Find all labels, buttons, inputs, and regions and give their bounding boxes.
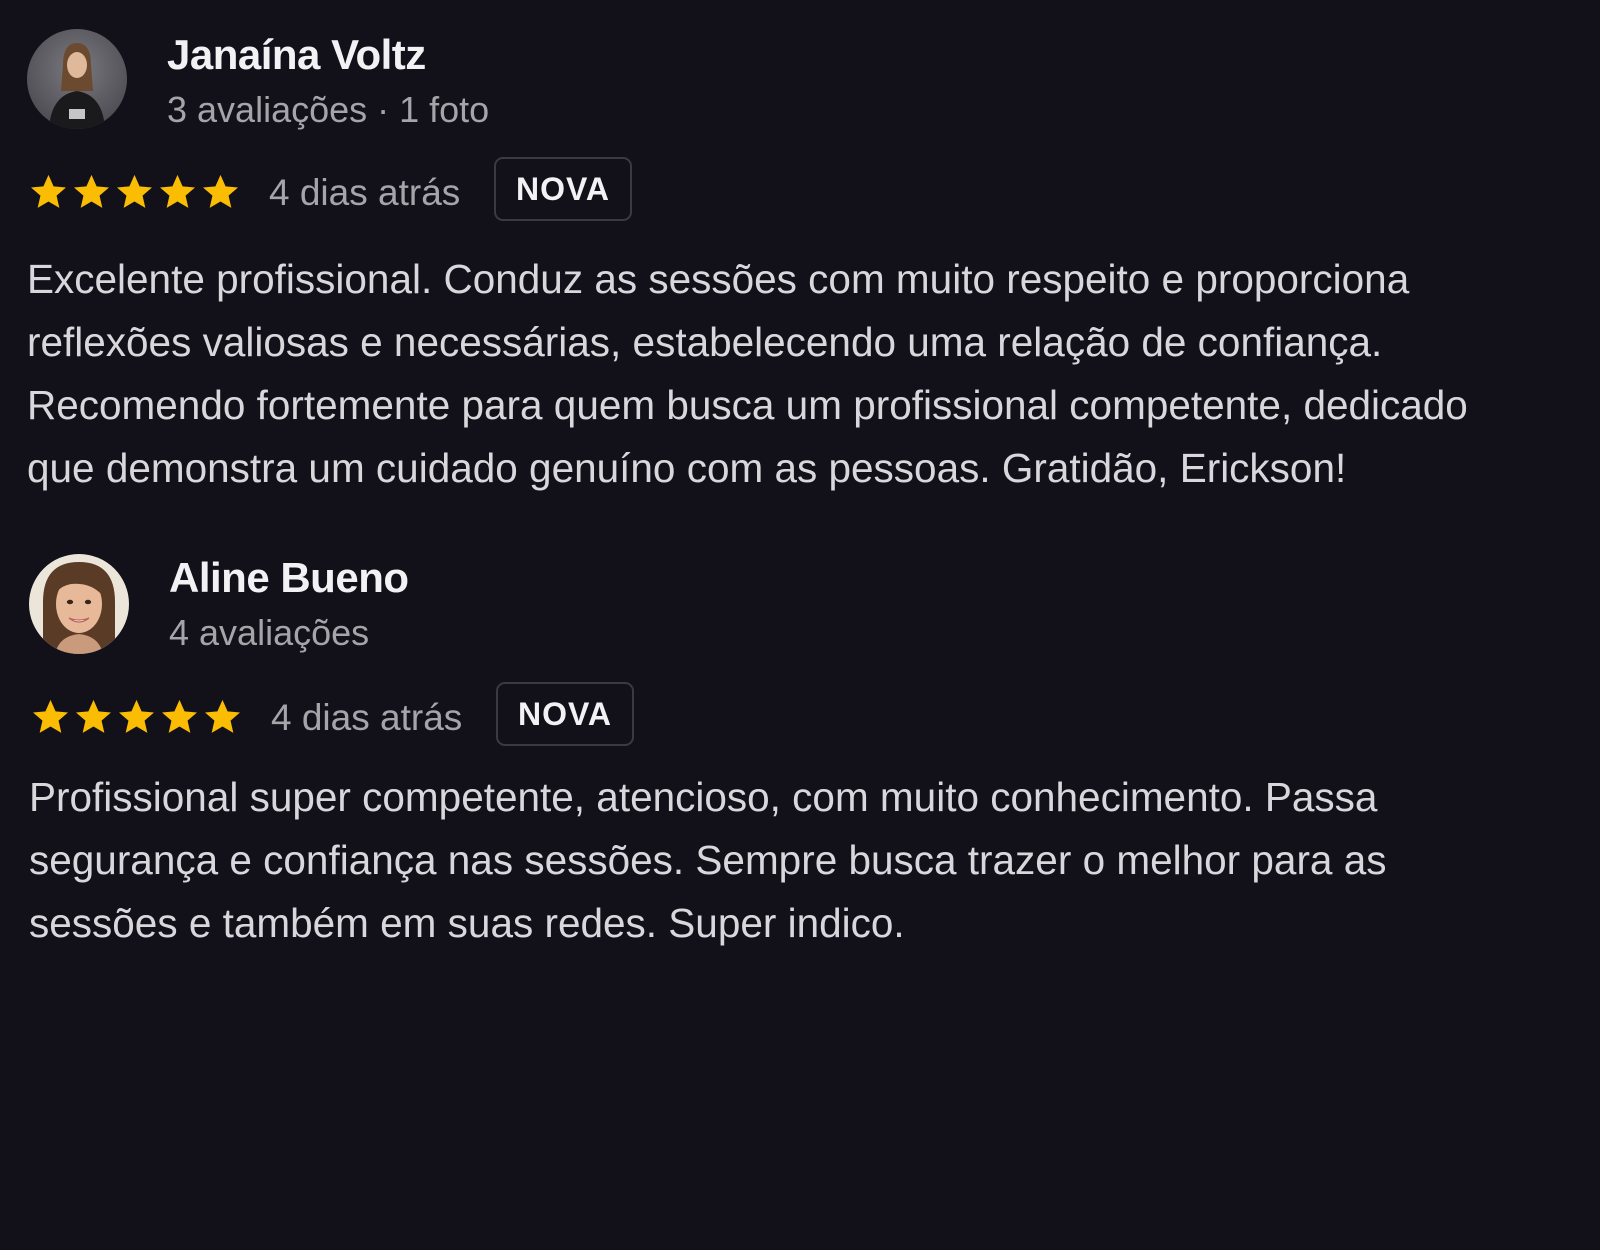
review-text-line: que demonstra um cuidado genuíno com as … [27,445,1347,491]
rating-row: 4 dias atrás NOVA [29,682,929,752]
reviewer-name[interactable]: Aline Bueno [169,554,409,602]
review-text-line: segurança e confiança nas sessões. Sempr… [29,837,1387,883]
star-rating [29,696,244,740]
avatar-photo-icon [29,554,129,654]
star-icon [29,696,72,738]
review-card: Aline Bueno 4 avaliações 4 dias atrás NO… [0,554,1600,946]
star-icon [27,171,70,213]
new-badge: NOVA [494,157,632,221]
review-header: Janaína Voltz 3 avaliações · 1 foto [0,29,1600,133]
review-text-line: Recomendo fortemente para quem busca um … [27,382,1468,428]
star-rating [27,171,242,215]
star-icon [158,696,201,738]
avatar-photo-icon [27,29,127,129]
star-icon [201,696,244,738]
review-text-line: reflexões valiosas e necessárias, estabe… [27,319,1383,365]
review-card: Janaína Voltz 3 avaliações · 1 foto 4 di… [0,29,1600,491]
review-text-line: Excelente profissional. Conduz as sessõe… [27,256,1410,302]
reviewer-meta: 3 avaliações · 1 foto [167,89,490,130]
star-icon [72,696,115,738]
review-text: Excelente profissional. Conduz as sessõe… [27,248,1600,500]
star-icon [113,171,156,213]
star-icon [70,171,113,213]
reviewer-avatar[interactable] [29,554,129,654]
star-icon [115,696,158,738]
star-icon [199,171,242,213]
reviewer-name[interactable]: Janaína Voltz [167,31,426,79]
review-date: 4 dias atrás [271,697,463,738]
review-text: Profissional super competente, atencioso… [29,766,1569,955]
review-text-line: sessões e também em suas redes. Super in… [29,900,905,946]
review-header: Aline Bueno 4 avaliações [0,554,1600,658]
rating-row: 4 dias atrás NOVA [27,157,927,227]
review-date: 4 dias atrás [269,172,461,213]
review-text-line: Profissional super competente, atencioso… [29,774,1378,820]
reviewer-avatar[interactable] [27,29,127,129]
star-icon [156,171,199,213]
new-badge: NOVA [496,682,634,746]
reviewer-meta: 4 avaliações [169,612,370,653]
